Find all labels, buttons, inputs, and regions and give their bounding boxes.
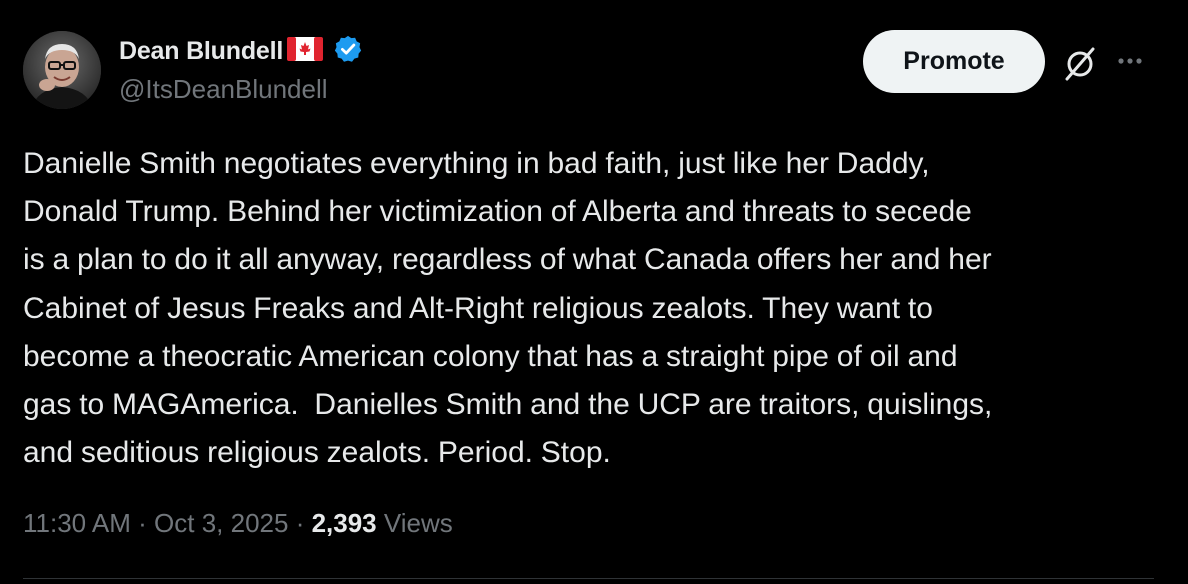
author-name-row[interactable]: Dean Blundell	[119, 34, 363, 68]
tweet-meta: 11:30 AM · Oct 3, 2025 · 2,393 Views	[23, 508, 453, 539]
tweet-text: Danielle Smith negotiates everything in …	[23, 147, 993, 470]
more-options-icon[interactable]	[1112, 46, 1148, 76]
avatar-photo	[23, 31, 101, 109]
promote-button[interactable]: Promote	[863, 30, 1045, 93]
canada-flag-icon	[287, 36, 324, 66]
meta-separator: ·	[288, 508, 312, 538]
verified-badge-icon[interactable]	[333, 34, 363, 69]
grok-icon[interactable]	[1062, 46, 1098, 82]
tweet-time[interactable]: 11:30 AM	[23, 508, 131, 538]
meta-separator: ·	[130, 508, 155, 538]
author-handle[interactable]: @ItsDeanBlundell	[119, 74, 328, 105]
views-label[interactable]: Views	[384, 508, 453, 538]
divider	[23, 578, 1154, 579]
author-display-name[interactable]: Dean Blundell	[119, 37, 283, 66]
avatar[interactable]	[23, 31, 101, 109]
views-count[interactable]: 2,393	[312, 508, 377, 538]
tweet-date[interactable]: Oct 3, 2025	[154, 508, 288, 538]
